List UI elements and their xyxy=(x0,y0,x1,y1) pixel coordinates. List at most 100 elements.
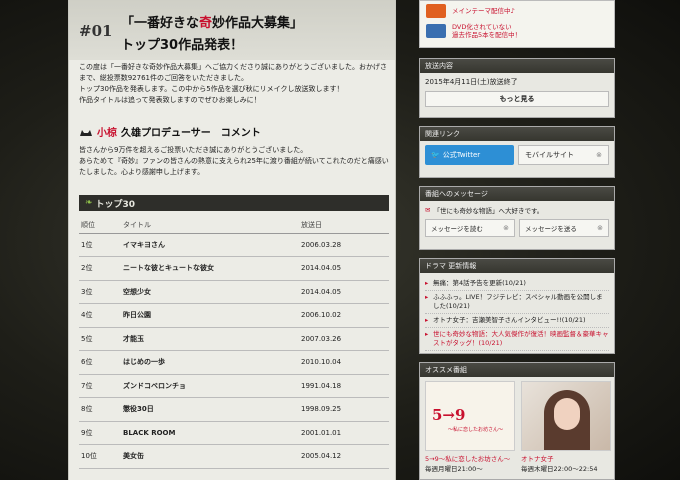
list-item[interactable]: オトナ女子：吉瀬美智子さんインタビュー!!(10/21) xyxy=(425,314,609,328)
rank-cell: 1位 xyxy=(79,233,121,257)
music-icon xyxy=(426,4,446,18)
promo-dvd-text: DVD化されていない 過去作品5本を配信中！ xyxy=(452,23,521,39)
promo-dvd-line1: DVD化されていない xyxy=(452,23,512,31)
producer-heading: 小椋 久雄プロデューサー コメント xyxy=(79,124,389,139)
message-panel: 番組へのメッセージ ✉ 「世にも奇妙な物語」へ大好きです。 メッセージを読む ⊗… xyxy=(419,186,615,250)
rank-cell: 4位 xyxy=(79,303,121,328)
date-cell: 2006.10.02 xyxy=(299,303,389,328)
message-body: ✉ 「世にも奇妙な物語」へ大好きです。 メッセージを読む ⊗ メッセージを送る … xyxy=(420,201,614,241)
article-title-line2: トップ30作品発表！ xyxy=(121,38,244,53)
header-date: 放送日 xyxy=(299,218,389,234)
top30-label: トップ30 xyxy=(95,199,136,210)
list-item[interactable]: ふふふっ。LIVE！フジテレビ：スペシャル動画を公開しました(10/21) xyxy=(425,291,609,314)
list-item[interactable]: 無痛：第4話予告を更新(10/21) xyxy=(425,277,609,291)
recommend-item[interactable]: 5→9 ～私に恋したお坊さん～ 5→9～私に恋したお坊さん～ 毎週月曜日21:0… xyxy=(425,381,515,473)
rank-cell: 2位 xyxy=(79,256,121,281)
promo-dvd-link[interactable]: DVD化されていない 過去作品5本を配信中！ xyxy=(426,23,521,39)
title-cell: ニートな彼とキュートな彼女 xyxy=(121,256,299,281)
mobile-label: モバイルサイト xyxy=(524,151,574,159)
promo-dvd-line2: 過去作品5本を配信中！ xyxy=(452,31,522,39)
show-time: 毎週木曜日22:00～22:54 xyxy=(521,465,598,473)
show-name[interactable]: 5→9～私に恋したお坊さん～ xyxy=(425,453,515,463)
show-time: 毎週月曜日21:00～ xyxy=(425,465,483,473)
promo-theme-text: メインテーマ配信中♪ xyxy=(452,7,515,15)
rank-cell: 10位 xyxy=(79,444,121,469)
rank-cell: 8位 xyxy=(79,397,121,422)
date-cell: 1991.04.18 xyxy=(299,374,389,398)
title-cell: はじめの一歩 xyxy=(121,350,299,375)
more-button[interactable]: もっと見る xyxy=(425,91,609,107)
message-heading: 番組へのメッセージ xyxy=(420,187,614,201)
table-row: 6位 はじめの一歩 2010.10.04 xyxy=(79,350,389,375)
news-panel: ドラマ 更新情報 無痛：第4話予告を更新(10/21) ふふふっ。LIVE！フジ… xyxy=(419,258,615,354)
date-cell: 2006.03.28 xyxy=(299,233,389,257)
links-body: 🐦 公式Twitter モバイルサイト ⊗ xyxy=(420,141,614,169)
show-thumbnail[interactable] xyxy=(521,381,611,451)
message-preview[interactable]: ✉ 「世にも奇妙な物語」へ大好きです。 xyxy=(425,205,609,215)
twitter-icon: 🐦 xyxy=(431,151,440,159)
recommend-item[interactable]: オトナ女子 毎週木曜日22:00～22:54 xyxy=(521,381,611,473)
twitter-label: 公式Twitter xyxy=(442,151,481,159)
news-body: 無痛：第4話予告を更新(10/21) ふふふっ。LIVE！フジテレビ：スペシャル… xyxy=(420,273,614,355)
cat-icon xyxy=(80,129,92,136)
producer-name-red: 小椋 xyxy=(97,128,117,139)
date-cell: 2001.01.01 xyxy=(299,421,389,445)
article-number: #01 xyxy=(79,22,113,40)
table-row: 1位 イマキヨさん 2006.03.28 xyxy=(79,233,389,257)
circle-icon: ⊗ xyxy=(597,224,603,232)
table-row: 10位 美女缶 2005.04.12 xyxy=(79,444,389,469)
promo-theme-link[interactable]: メインテーマ配信中♪ xyxy=(426,4,515,18)
producer-name-rest: 久雄プロデューサー コメント xyxy=(121,128,261,139)
actress-face xyxy=(554,398,580,430)
date-cell: 2005.04.12 xyxy=(299,444,389,469)
producer-comment: 小椋 久雄プロデューサー コメント 皆さんから9万件を超えるご投票いただき誠にあり… xyxy=(79,124,389,178)
message-buttons: メッセージを読む ⊗ メッセージを送る ⊗ xyxy=(425,219,609,237)
message-text: 「世にも奇妙な物語」へ大好きです。 xyxy=(433,207,544,215)
link-row: 🐦 公式Twitter モバイルサイト ⊗ xyxy=(425,145,609,165)
links-heading: 関連リンク xyxy=(420,127,614,141)
rank-cell: 3位 xyxy=(79,280,121,304)
intro-paragraph-2: トップ30作品を発表します。この中から5作品を選び秋にリメイクし放送致します！ xyxy=(79,85,344,93)
read-message-button[interactable]: メッセージを読む ⊗ xyxy=(425,219,515,237)
title-part-red: 奇 xyxy=(199,16,213,31)
ranking-table: 順位 タイトル 放送日 1位 イマキヨさん 2006.03.28 2位 ニートな彼とキ… xyxy=(79,218,389,469)
producer-paragraph-2: あらためて『奇妙』ファンの皆さんの熱意に支えられ25年に渡り番組が続いてこれたの… xyxy=(79,157,389,176)
date-cell: 1998.09.25 xyxy=(299,397,389,422)
recommend-body: 5→9 ～私に恋したお坊さん～ 5→9～私に恋したお坊さん～ 毎週月曜日21:0… xyxy=(420,377,614,477)
title-cell: BLACK ROOM xyxy=(121,421,299,445)
article-header: #01 「一番好きな奇妙作品大募集」 トップ30作品発表！ xyxy=(69,0,395,60)
send-message-button[interactable]: メッセージを送る ⊗ xyxy=(519,219,609,237)
show-logo-sub: ～私に恋したお坊さん～ xyxy=(448,427,504,433)
table-row: 5位 才能玉 2007.03.26 xyxy=(79,327,389,351)
news-heading: ドラマ 更新情報 xyxy=(420,259,614,273)
rank-cell: 5位 xyxy=(79,327,121,351)
producer-text: 皆さんから9万件を超えるご投票いただき誠にありがとうございました。 あらためて『… xyxy=(79,145,389,178)
twitter-button[interactable]: 🐦 公式Twitter xyxy=(425,145,514,165)
header-rank: 順位 xyxy=(79,218,121,234)
rank-cell: 7位 xyxy=(79,374,121,398)
recommend-panel: オススメ番組 5→9 ～私に恋したお坊さん～ 5→9～私に恋したお坊さん～ 毎週… xyxy=(419,362,615,480)
date-cell: 2010.10.04 xyxy=(299,350,389,375)
date-cell: 2007.03.26 xyxy=(299,327,389,351)
rank-cell: 9位 xyxy=(79,421,121,445)
list-item[interactable]: 世にも奇妙な物語：大人気傑作が復活！映画監督＆豪華キャストがタッグ！(10/21… xyxy=(425,328,609,351)
news-list: 無痛：第4話予告を更新(10/21) ふふふっ。LIVE！フジテレビ：スペシャル… xyxy=(425,277,609,351)
main-content: #01 「一番好きな奇妙作品大募集」 トップ30作品発表！ この度は「一番好きな… xyxy=(68,0,396,480)
title-part-c: 妙作品大募集」 xyxy=(212,16,304,31)
title-cell: 美女缶 xyxy=(121,444,299,469)
show-thumbnail[interactable]: 5→9 ～私に恋したお坊さん～ xyxy=(425,381,515,451)
date-cell: 2014.04.05 xyxy=(299,256,389,281)
header-title: タイトル xyxy=(121,218,299,234)
mail-icon: ✉ xyxy=(425,206,431,214)
table-row: 8位 懲役30日 1998.09.25 xyxy=(79,397,389,422)
title-part-a: 「一番好きな xyxy=(121,16,200,31)
title-cell: イマキヨさん xyxy=(121,233,299,257)
show-name[interactable]: オトナ女子 xyxy=(521,453,611,463)
top30-heading: ❧ トップ30 xyxy=(79,195,389,211)
table-row: 4位 昨日公園 2006.10.02 xyxy=(79,303,389,328)
mobile-site-button[interactable]: モバイルサイト ⊗ xyxy=(517,145,609,165)
article-title-line1: 「一番好きな奇妙作品大募集」 xyxy=(121,12,303,31)
recommend-list: 5→9 ～私に恋したお坊さん～ 5→9～私に恋したお坊さん～ 毎週月曜日21:0… xyxy=(425,381,611,473)
title-cell: 空想少女 xyxy=(121,280,299,304)
broadcast-body: 2015年4月11日(土)放送終了 もっと見る xyxy=(420,73,614,111)
